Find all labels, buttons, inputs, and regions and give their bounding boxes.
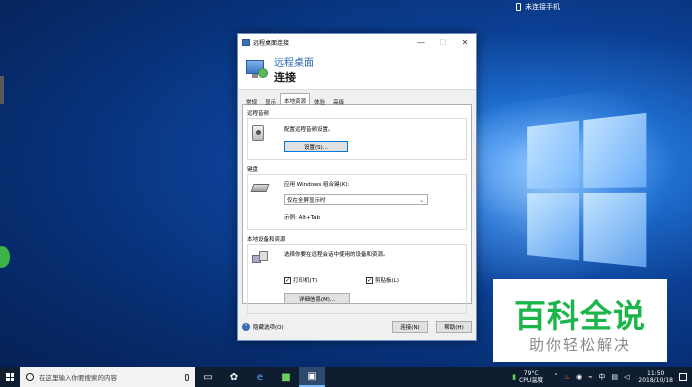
- hide-options-link[interactable]: 隐藏选项(O): [253, 323, 384, 331]
- remote-desktop-app-icon: [242, 38, 250, 46]
- clock[interactable]: 11:50 2018/10/18: [638, 370, 673, 384]
- local-devices-group: 选择你要在远程会话中使用的设备和资源。 ✓ 打印机(T) ✓ 剪贴板(L) 详细…: [247, 244, 467, 314]
- local-resources-panel: 远程音频 配置远程音频设置。 设置(S)... 键盘 应用 Windows 组合…: [242, 104, 472, 314]
- clipboard-checkbox-label: 剪贴板(L): [375, 278, 399, 284]
- keyboard-label: 键盘: [247, 167, 259, 173]
- header-title: 远程桌面: [274, 58, 314, 69]
- clock-date: 2018/10/18: [638, 377, 673, 384]
- microphone-icon[interactable]: [185, 373, 189, 381]
- keyboard-desc: 应用 Windows 组合键(K):: [284, 182, 350, 188]
- close-button[interactable]: ✕: [454, 34, 476, 50]
- cpu-temp-value: 79°C: [523, 370, 539, 377]
- minimize-button[interactable]: —: [410, 34, 432, 50]
- speaker-icon: [252, 125, 264, 141]
- search-placeholder: 在这里输入你要搜索的内容: [39, 374, 117, 382]
- windows-wallpaper-logo: [527, 112, 655, 279]
- remote-audio-label: 远程音频: [247, 111, 270, 117]
- watermark: 百科全说 助你轻松解决: [493, 279, 667, 362]
- help-button[interactable]: 帮助(H): [436, 321, 472, 333]
- tab-general[interactable]: 常规: [242, 95, 261, 106]
- windows-keys-select[interactable]: 仅在全屏显示时 ⌄: [284, 194, 428, 205]
- devices-icon: [252, 251, 268, 265]
- phone-icon: [516, 2, 521, 11]
- tab-advanced[interactable]: 高级: [329, 95, 348, 106]
- tab-strip: 常规 显示 本地资源 体验 高级: [238, 90, 476, 106]
- cpu-temp-label: CPU温度: [519, 377, 544, 384]
- start-button[interactable]: [0, 367, 20, 387]
- fire-icon[interactable]: ♨: [564, 373, 570, 381]
- tab-display[interactable]: 显示: [261, 95, 280, 106]
- watermark-title: 百科全说: [513, 297, 646, 335]
- window-title: 远程桌面连接: [253, 39, 290, 47]
- chevron-up-icon[interactable]: ˄: [242, 323, 250, 331]
- local-devices-label: 本地设备和资源: [247, 237, 286, 243]
- remote-audio-desc: 配置远程音频设置。: [284, 127, 334, 133]
- taskbar: 在这里输入你要搜索的内容 ▭ ✿ e ■ ▣ ▮ 79°C CPU温度 ˄ ♨ …: [0, 367, 692, 387]
- remote-audio-group: 配置远程音频设置。 设置(S)...: [247, 118, 467, 160]
- tab-local-resources[interactable]: 本地资源: [280, 93, 311, 105]
- dialog-header: 远程桌面 连接: [238, 50, 476, 90]
- keyboard-example: 示例: Alt+Tab: [284, 215, 320, 221]
- clipboard-checkbox[interactable]: ✓ 剪贴板(L): [366, 276, 399, 284]
- edge-handle[interactable]: [0, 76, 4, 104]
- phone-notification[interactable]: 未连接手机: [510, 0, 620, 13]
- phone-notification-text: 未连接手机: [525, 2, 560, 11]
- action-center-icon[interactable]: [679, 373, 687, 381]
- remote-desktop-icon: [246, 58, 268, 82]
- remote-desktop-dialog: 远程桌面连接 — ☐ ✕ 远程桌面 连接 常规 显示 本地资源 体验 高级 远程…: [237, 33, 477, 341]
- details-button[interactable]: 详细信息(M)...: [284, 293, 350, 304]
- ime-icon[interactable]: 中: [598, 372, 605, 382]
- title-bar: 远程桌面连接 — ☐ ✕: [238, 34, 476, 50]
- printer-check-icon: ✓: [284, 276, 291, 284]
- windows-start-icon: [6, 373, 14, 381]
- chevron-up-tray-icon[interactable]: ˄: [554, 373, 558, 381]
- network-icon[interactable]: ⌁: [588, 373, 592, 381]
- fan-app-icon[interactable]: ✿: [221, 367, 247, 387]
- tab-experience[interactable]: 体验: [310, 95, 329, 106]
- edge-browser-icon[interactable]: e: [247, 367, 273, 387]
- audio-settings-button[interactable]: 设置(S)...: [284, 141, 348, 152]
- taskbar-search-box[interactable]: 在这里输入你要搜索的内容: [20, 367, 195, 387]
- cortana-icon: [26, 373, 34, 381]
- maximize-button: ☐: [439, 37, 447, 47]
- clipboard-check-icon: ✓: [366, 276, 373, 284]
- battery-green-icon[interactable]: ▮: [512, 373, 516, 381]
- windows-keys-select-value: 仅在全屏显示时: [287, 197, 326, 204]
- clock-time: 11:50: [647, 370, 665, 377]
- printer-checkbox-label: 打印机(T): [293, 278, 318, 284]
- printer-checkbox[interactable]: ✓ 打印机(T): [284, 276, 317, 284]
- connect-button[interactable]: 连接(N): [392, 321, 428, 333]
- security-icon[interactable]: ◉: [576, 373, 582, 381]
- remote-desktop-taskbar-icon[interactable]: ▣: [299, 367, 325, 387]
- store-app-icon[interactable]: ■: [273, 367, 299, 387]
- header-subtitle: 连接: [274, 71, 296, 84]
- dialog-footer: ˄ 隐藏选项(O) 连接(N) 帮助(H): [238, 314, 476, 340]
- cpu-temperature[interactable]: 79°C CPU温度: [519, 370, 543, 384]
- local-devices-desc: 选择你要在远程会话中使用的设备和资源。: [284, 252, 389, 258]
- chevron-down-icon: ⌄: [418, 197, 424, 204]
- floating-widget[interactable]: [0, 246, 10, 268]
- watermark-subtitle: 助你轻松解决: [528, 336, 631, 354]
- keyboard-group: 应用 Windows 组合键(K): 仅在全屏显示时 ⌄ 示例: Alt+Tab: [247, 174, 467, 230]
- task-view-icon[interactable]: ▭: [195, 367, 221, 387]
- keyboard-icon: [250, 184, 270, 192]
- system-tray: ▮ 79°C CPU温度 ˄ ♨ ◉ ⌁ 中 ▤ ◁ 11:50 2018/10…: [509, 367, 692, 387]
- keyboard-tray-icon[interactable]: ▤: [611, 373, 618, 381]
- volume-icon[interactable]: ◁: [624, 373, 629, 381]
